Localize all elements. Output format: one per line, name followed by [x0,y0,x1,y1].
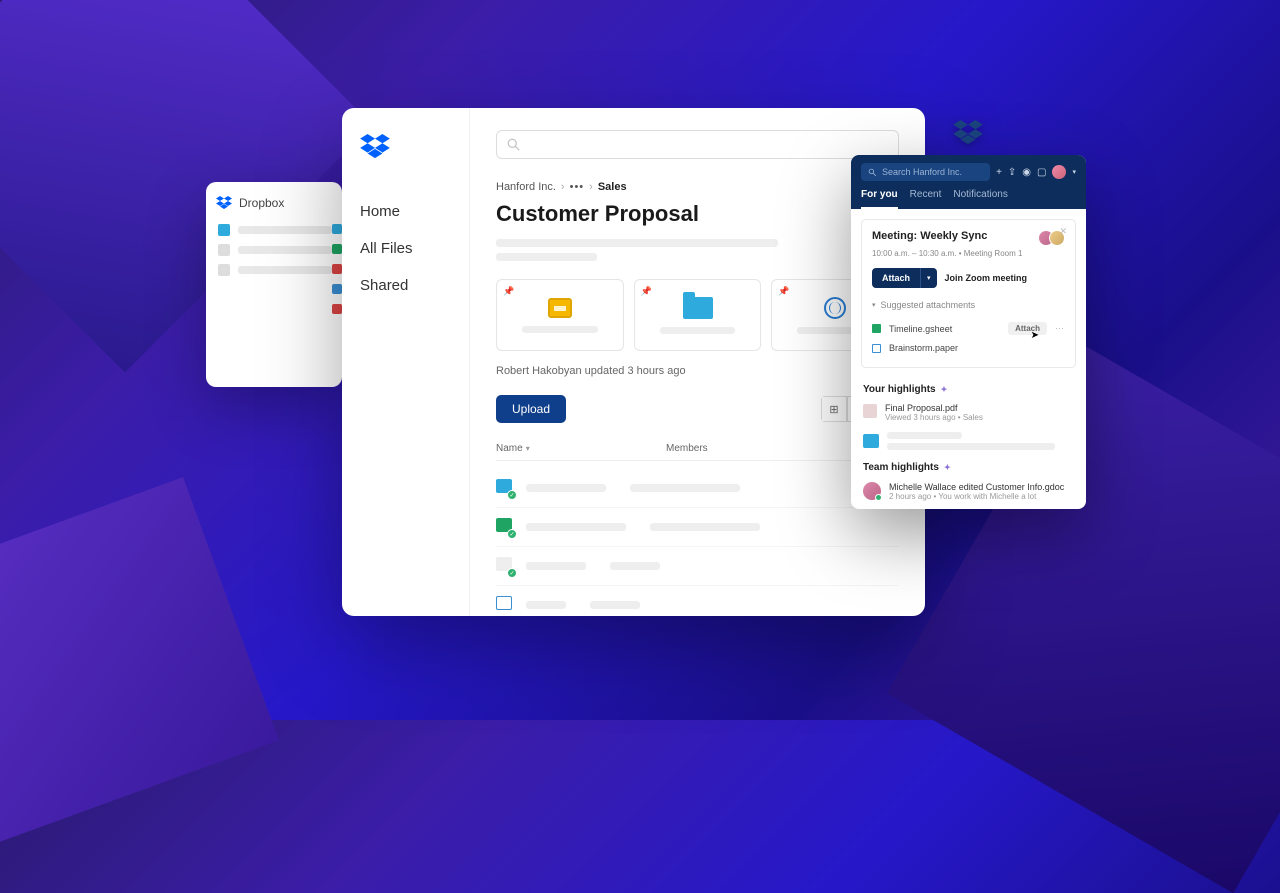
folder-icon [683,297,713,319]
view-grid-small-button[interactable]: ⊞ [821,396,847,422]
chevron-down-icon[interactable]: ▾ [1072,168,1076,176]
extension-body: ✕ Meeting: Weekly Sync 10:00 a.m. – 10:3… [851,209,1086,509]
slides-file-icon [548,298,572,318]
toolbar: Upload ⊞ ▦ ☰ [496,395,899,423]
sparkle-icon: ✦ [941,385,948,394]
highlight-item[interactable]: Final Proposal.pdf Viewed 3 hours ago • … [851,399,1086,426]
highlight-placeholder [851,426,1086,456]
suggestion-row[interactable]: Timeline.gsheet Attach ⋯ ➤ [872,318,1065,339]
meeting-card: ✕ Meeting: Weekly Sync 10:00 a.m. – 10:3… [861,219,1076,368]
pinned-card[interactable]: 📌 [634,279,762,351]
minimized-window: Dropbox [206,182,342,387]
page-title: Customer Proposal [496,201,899,227]
attach-suggestion-button[interactable]: Attach [1008,322,1047,335]
breadcrumb: Hanford Inc. › ••• › Sales [496,181,899,193]
attach-dropdown-button[interactable]: ▾ [920,268,937,288]
attach-button[interactable]: Attach [872,268,920,288]
pinned-cards: 📌 📌 📌 [496,279,899,351]
extension-tabs: For you Recent Notifications [861,189,1076,209]
main-app-window: Home All Files Shared Hanford Inc. › •••… [342,108,925,616]
pdf-icon [863,404,877,418]
team-highlight-item[interactable]: Michelle Wallace edited Customer Info.gd… [851,477,1086,506]
table-header: Name▾ Members [496,437,899,461]
breadcrumb-current[interactable]: Sales [598,181,627,193]
upload-icon[interactable]: ⇪ [1008,167,1016,178]
synced-badge-icon: ✓ [507,529,517,539]
folder-icon[interactable]: ▢ [1037,167,1046,178]
team-highlight-placeholder [851,506,1086,509]
more-icon[interactable]: ⋯ [1055,323,1065,334]
nav-home[interactable]: Home [360,197,451,226]
sparkle-icon: ✦ [944,463,951,472]
table-row[interactable] [496,586,899,616]
search-icon [507,138,520,151]
column-name[interactable]: Name▾ [496,443,666,454]
suggestion-row[interactable]: Brainstorm.paper [872,339,1065,357]
tab-notifications[interactable]: Notifications [953,189,1007,209]
meeting-time: 10:00 a.m. – 10:30 a.m. • Meeting Room 1 [872,249,1065,258]
tab-for-you[interactable]: For you [861,189,898,209]
avatar [863,482,881,500]
extension-panel: Search Hanford Inc. + ⇪ ◉ ▢ ▾ For you Re… [851,155,1086,509]
search-placeholder: Search Hanford Inc. [882,167,962,177]
breadcrumb-root[interactable]: Hanford Inc. [496,181,556,193]
upload-button[interactable]: Upload [496,395,566,423]
close-icon[interactable]: ✕ [1059,226,1067,237]
your-highlights-header: Your highlights ✦ [851,378,1086,399]
sidebar: Home All Files Shared [342,108,470,616]
synced-badge-icon: ✓ [507,490,517,500]
chevron-down-icon: ▾ [872,301,876,309]
search-input[interactable] [496,130,899,159]
synced-badge-icon: ✓ [507,568,517,578]
last-updated: Robert Hakobyan updated 3 hours ago [496,365,899,377]
user-avatar[interactable] [1052,165,1066,179]
gsheet-icon [872,324,881,333]
folder-icon [863,434,879,448]
sort-chevron-icon: ▾ [526,444,530,453]
suggested-header[interactable]: ▾ Suggested attachments [872,300,1065,310]
pin-icon: 📌 [641,286,652,297]
dropbox-logo-icon [216,196,232,210]
add-icon[interactable]: + [996,167,1002,178]
nav-shared[interactable]: Shared [360,271,451,300]
join-zoom-button[interactable]: Join Zoom meeting [945,273,1028,283]
paper-file-icon [496,596,512,610]
dropbox-logo-icon [360,134,390,160]
placeholder [496,253,597,261]
breadcrumb-collapsed[interactable]: ••• [570,181,585,193]
tab-recent[interactable]: Recent [910,189,942,209]
search-icon [868,168,877,177]
extension-search-input[interactable]: Search Hanford Inc. [861,163,990,181]
placeholder [496,239,778,247]
back-window-title: Dropbox [239,196,284,210]
extension-header: Search Hanford Inc. + ⇪ ◉ ▢ ▾ For you Re… [851,155,1086,209]
pin-icon: 📌 [778,286,789,297]
meeting-title: Meeting: Weekly Sync [872,230,987,242]
pinned-card[interactable]: 📌 [496,279,624,351]
nav-all-files[interactable]: All Files [360,234,451,263]
globe-icon[interactable]: ◉ [1022,167,1031,178]
web-link-icon [824,297,846,319]
table-row[interactable]: ✓ [496,508,899,547]
team-highlights-header: Team highlights ✦ [851,456,1086,477]
extension-anchor-icon [953,120,983,151]
bg-decoration [0,477,279,843]
attach-button-group: Attach ▾ [872,268,937,288]
table-row[interactable]: ✓ [496,469,899,508]
presence-badge-icon [875,494,882,501]
paper-icon [872,344,881,353]
pin-icon: 📌 [503,286,514,297]
table-row[interactable]: ✓ [496,547,899,586]
